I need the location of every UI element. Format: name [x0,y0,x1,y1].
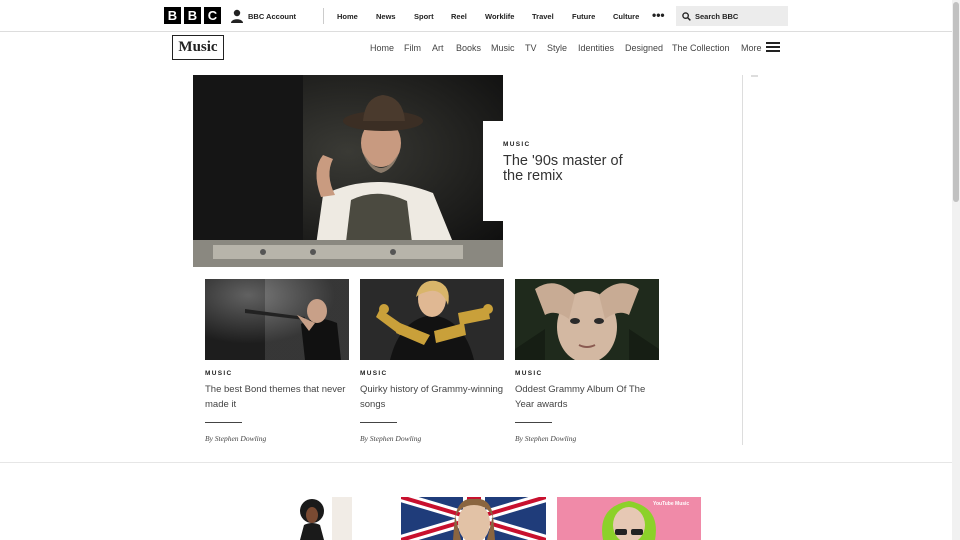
bbc-logo-letter: C [204,7,221,24]
story-byline: By Stephen Dowling [360,434,422,443]
hero-card[interactable]: MUSIC The '90s master of the remix [483,121,651,221]
story-headline[interactable]: The best Bond themes that never made it [205,382,350,414]
sidebar-divider [742,75,743,445]
hero-tag[interactable]: MUSIC [503,141,651,148]
story-tag[interactable]: MUSIC [515,370,660,377]
search-placeholder: Search BBC [695,11,739,21]
section-divider [0,462,952,463]
section-logo[interactable]: Music [172,35,224,60]
story-headline[interactable]: Quirky history of Grammy-winning songs [360,382,505,414]
story-image[interactable]: YouTube Music [557,497,701,540]
section-nav-item[interactable]: Art [432,43,444,53]
nav-worklife[interactable]: Worklife [485,12,514,21]
global-header: B B C BBC Account Home News Sport Reel W… [0,0,952,32]
account-label: BBC Account [248,11,297,21]
story-tag[interactable]: MUSIC [205,370,350,377]
story-card[interactable]: MUSIC Oddest Grammy Album Of The Year aw… [515,279,660,443]
section-nav-item[interactable]: Designed [625,43,663,53]
svg-text:YouTube Music: YouTube Music [653,501,689,507]
bbc-logo[interactable]: B B C [164,7,221,24]
more-menu-button[interactable]: ••• [652,9,665,21]
story-image[interactable] [515,279,659,360]
story-byline: By Stephen Dowling [205,434,267,443]
nav-culture[interactable]: Culture [613,12,639,21]
bbc-logo-letter: B [184,7,201,24]
story-card[interactable]: MUSIC Quirky history of Grammy-winning s… [360,279,505,443]
hamburger-icon[interactable] [766,42,780,52]
story-headline[interactable]: Oddest Grammy Album Of The Year awards [515,382,660,414]
divider [360,422,397,423]
nav-future[interactable]: Future [572,12,595,21]
divider [323,8,324,24]
section-nav: Music Home Film Art Books Music TV Style… [0,33,952,63]
more-button[interactable]: More [741,43,762,53]
nav-home[interactable]: Home [337,12,358,21]
story-image[interactable] [292,497,352,540]
story-image[interactable] [360,279,504,360]
section-nav-item[interactable]: Film [404,43,421,53]
story-card[interactable]: MUSIC The best Bond themes that never ma… [205,279,350,443]
account-link[interactable]: BBC Account [230,9,296,23]
search-input[interactable]: Search BBC [676,6,788,26]
nav-travel[interactable]: Travel [532,12,554,21]
user-icon [231,9,243,23]
section-nav-item[interactable]: Identities [578,43,614,53]
nav-news[interactable]: News [376,12,396,21]
hero-image[interactable] [193,75,503,267]
section-nav-item[interactable]: Home [370,43,394,53]
section-nav-item[interactable]: TV [525,43,537,53]
divider [515,422,552,423]
bbc-logo-letter: B [164,7,181,24]
section-nav-item[interactable]: Books [456,43,481,53]
story-image[interactable] [205,279,349,360]
nav-reel[interactable]: Reel [451,12,467,21]
story-image[interactable] [401,497,546,540]
sidebar-marker [751,75,758,77]
divider [205,422,242,423]
story-tag[interactable]: MUSIC [360,370,505,377]
section-nav-item[interactable]: Style [547,43,567,53]
nav-sport[interactable]: Sport [414,12,434,21]
scrollbar-thumb[interactable] [953,2,959,202]
section-nav-item[interactable]: The Collection [672,43,730,53]
search-icon [682,11,691,21]
hero-headline[interactable]: The '90s master of the remix [503,154,633,184]
section-nav-item[interactable]: Music [491,43,515,53]
story-byline: By Stephen Dowling [515,434,577,443]
